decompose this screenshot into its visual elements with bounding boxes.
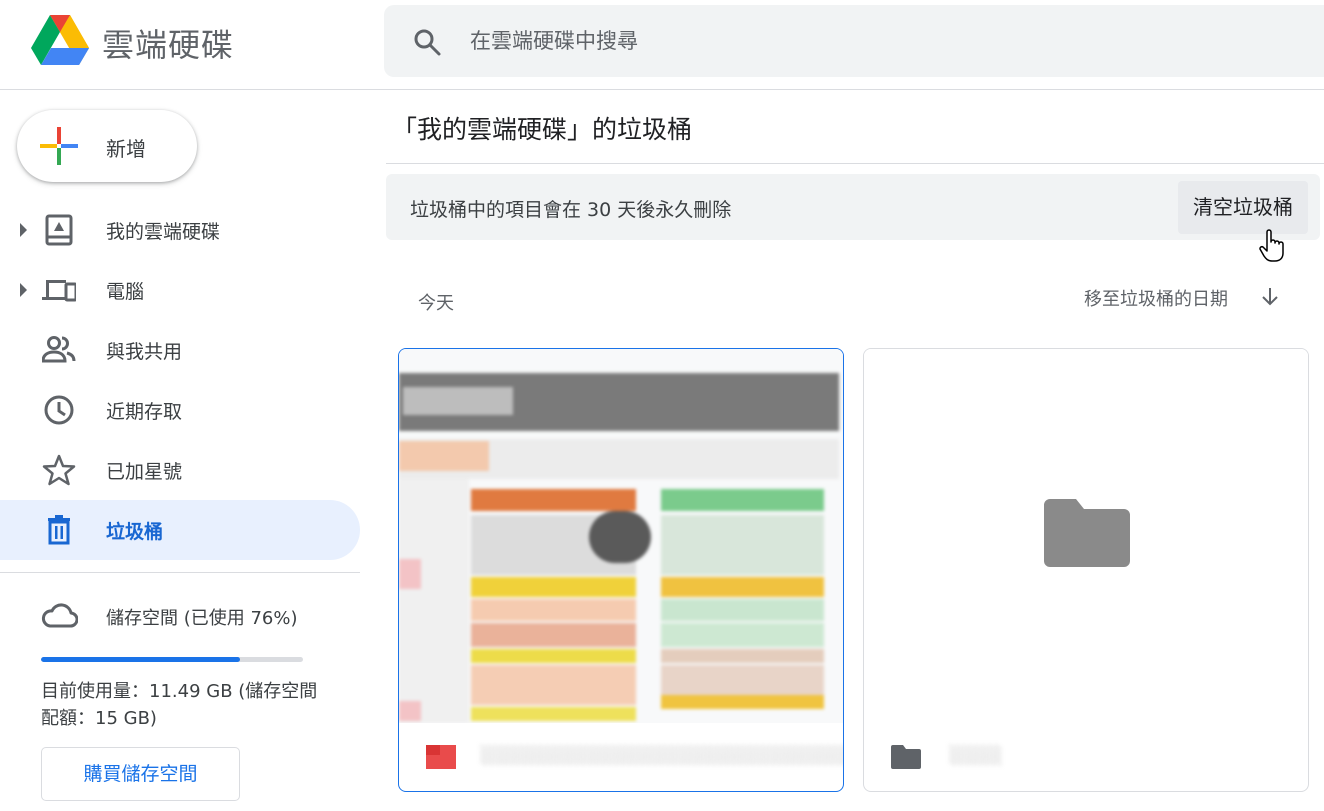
sidebar-item-label: 我的雲端硬碟	[106, 221, 221, 243]
folder-thumbnail	[864, 349, 1308, 723]
cloud-icon	[41, 603, 78, 628]
sort-by-label[interactable]: 移至垃圾桶的日期	[1084, 285, 1228, 311]
spreadsheet-preview-image	[399, 349, 843, 723]
search-bar[interactable]	[384, 5, 1324, 77]
expand-arrow-icon[interactable]	[20, 283, 27, 297]
top-bar: 雲端硬碟	[0, 0, 1324, 90]
google-drive-logo-icon[interactable]	[31, 15, 89, 65]
expand-arrow-icon[interactable]	[20, 223, 27, 237]
product-name[interactable]: 雲端硬碟	[102, 20, 234, 66]
section-label-today: 今天	[418, 293, 454, 314]
drive-app: 雲端硬碟 新增 我的雲端硬碟 電腦	[0, 0, 1324, 811]
folder-name: ░░░░	[950, 746, 1003, 766]
file-thumbnail	[399, 349, 843, 723]
storage-progress-fill	[41, 657, 241, 662]
file-name: ░░░░░░░░░░░░░░░░░░░░░░░░░░░░░░░	[481, 746, 843, 766]
storage-detail: 目前使用量：11.49 GB (儲存空間配額：15 GB)	[41, 681, 318, 729]
folder-icon	[1044, 499, 1130, 567]
clock-icon	[44, 395, 74, 425]
arrow-down-icon[interactable]	[1259, 285, 1281, 307]
main-divider	[386, 163, 1324, 164]
spreadsheet-file-icon	[426, 745, 456, 769]
page-title: 「我的雲端硬碟」的垃圾桶	[392, 115, 693, 144]
trash-icon	[48, 515, 70, 545]
trash-notice-text: 垃圾桶中的項目會在 30 天後永久刪除	[410, 199, 732, 221]
sidebar-item-computers[interactable]: 電腦	[0, 260, 360, 320]
file-footer: ░░░░	[864, 723, 1308, 791]
sidebar-item-recent[interactable]: 近期存取	[0, 380, 360, 440]
search-icon[interactable]	[412, 27, 442, 57]
buy-storage-button[interactable]: 購買儲存空間	[41, 747, 240, 801]
folder-small-icon	[891, 745, 921, 769]
sidebar-item-label: 近期存取	[106, 401, 183, 423]
drive-icon	[45, 214, 73, 246]
computer-icon	[42, 280, 76, 302]
star-icon	[42, 454, 76, 486]
empty-trash-button[interactable]: 清空垃圾桶	[1178, 181, 1308, 234]
storage-progress-bar	[41, 657, 303, 662]
people-icon	[42, 336, 76, 363]
sidebar-item-label: 垃圾桶	[106, 521, 164, 543]
sidebar-item-trash[interactable]: 垃圾桶	[0, 500, 360, 560]
folder-card[interactable]: ░░░░	[863, 348, 1309, 792]
new-button-label: 新增	[106, 137, 146, 161]
sidebar-item-my-drive[interactable]: 我的雲端硬碟	[0, 200, 360, 260]
hand-cursor-icon	[1259, 229, 1284, 262]
sidebar-item-shared-with-me[interactable]: 與我共用	[0, 320, 360, 380]
sidebar-item-starred[interactable]: 已加星號	[0, 440, 360, 500]
sidebar-item-label: 已加星號	[106, 461, 183, 483]
file-footer: ░░░░░░░░░░░░░░░░░░░░░░░░░░░░░░░	[399, 723, 843, 791]
search-input[interactable]	[470, 21, 1170, 61]
plus-icon	[40, 127, 78, 165]
trash-notice-bar: 垃圾桶中的項目會在 30 天後永久刪除 清空垃圾桶	[386, 174, 1320, 240]
storage-label[interactable]: 儲存空間 (已使用 76%)	[106, 604, 298, 630]
file-card[interactable]: ░░░░░░░░░░░░░░░░░░░░░░░░░░░░░░░	[398, 348, 844, 792]
sidebar-divider	[0, 572, 360, 573]
sidebar-item-label: 與我共用	[106, 341, 183, 363]
sidebar-item-label: 電腦	[106, 281, 145, 303]
